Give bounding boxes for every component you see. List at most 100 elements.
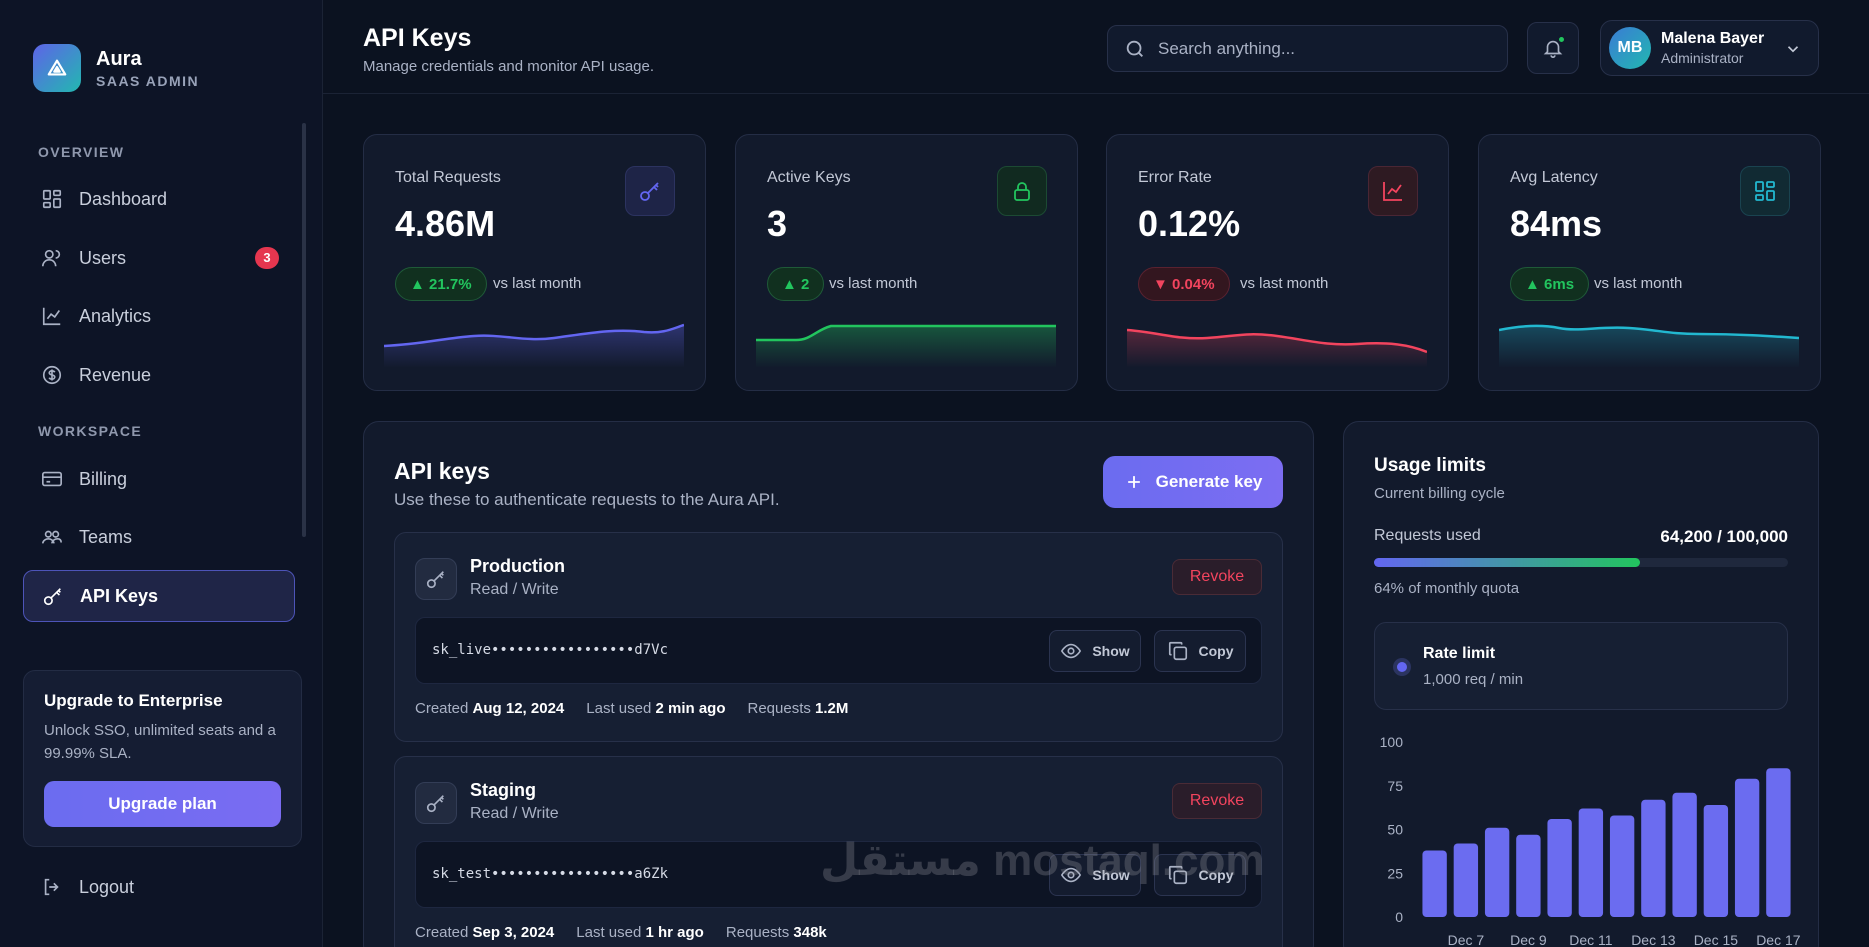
chart-bar[interactable] — [1578, 808, 1604, 918]
chart-bar[interactable] — [1703, 805, 1729, 917]
y-tick-label: 100 — [1380, 734, 1404, 750]
requests-used-value: 64,200 / 100,000 — [1660, 527, 1788, 546]
x-tick-label: Dec 11 — [1569, 932, 1613, 947]
chart-bar[interactable] — [1484, 827, 1510, 917]
kpi-delta-badge: ▼ 0.04% — [1138, 267, 1230, 301]
lock-icon — [997, 166, 1047, 216]
chevron-down-icon — [1787, 46, 1799, 53]
usage-title: Usage limits — [1374, 455, 1486, 476]
chart-bar[interactable] — [1453, 843, 1479, 918]
created-label: Created — [415, 700, 469, 717]
sidebar-item-dashboard[interactable]: Dashboard — [23, 173, 295, 225]
kpi-vs-text: vs last month — [1594, 275, 1683, 292]
x-tick-label: Dec 13 — [1631, 932, 1676, 947]
kpi-vs-text: vs last month — [1240, 275, 1329, 292]
last-used-label: Last used — [576, 924, 642, 941]
revoke-button[interactable]: Revoke — [1172, 783, 1262, 819]
top-header: API Keys Manage credentials and monitor … — [323, 0, 1869, 94]
chart-bar[interactable] — [1766, 768, 1791, 917]
sparkline-error-rate — [1127, 328, 1427, 368]
billing-icon — [42, 471, 62, 487]
notification-dot — [1557, 35, 1566, 44]
requests-label: Requests — [747, 700, 811, 717]
logout-label: Logout — [79, 876, 135, 897]
chart-bar[interactable] — [1547, 819, 1572, 917]
sidebar-item-billing[interactable]: Billing — [23, 453, 295, 505]
key-permission: Read / Write — [470, 805, 559, 822]
generate-key-button[interactable]: Generate key — [1103, 456, 1283, 508]
kpi-delta-badge: ▲ 6ms — [1510, 267, 1590, 301]
requests-value: 348k — [793, 924, 827, 941]
rate-limit-card[interactable]: Rate limit 1,000 req / min — [1374, 622, 1788, 710]
eye-icon — [1061, 643, 1082, 659]
chart-bar[interactable] — [1672, 792, 1697, 917]
sidebar-item-teams[interactable]: Teams — [23, 511, 295, 563]
kpi-value: 4.86M — [395, 203, 496, 244]
upgrade-card: Upgrade to Enterprise Unlock SSO, unlimi… — [23, 670, 302, 847]
chart-bar[interactable] — [1641, 799, 1666, 917]
avatar: MB — [1609, 27, 1651, 69]
quota-text: 64% of monthly quota — [1374, 580, 1520, 597]
show-key-button[interactable]: Show — [1049, 630, 1141, 672]
last-used-value: 2 min ago — [655, 700, 726, 717]
upgrade-plan-button[interactable]: Upgrade plan — [44, 781, 281, 827]
chart-bar[interactable] — [1422, 850, 1447, 918]
revoke-button[interactable]: Revoke — [1172, 559, 1262, 595]
sparkline-active-keys — [756, 324, 1056, 368]
chart-bar[interactable] — [1734, 778, 1760, 917]
copy-label: Copy — [1198, 643, 1234, 659]
key-value: sk_test•••••••••••••••••a6Zk — [432, 866, 669, 882]
y-tick-label: 0 — [1395, 909, 1403, 925]
chart-bar[interactable] — [1609, 815, 1635, 918]
user-menu[interactable]: MB Malena Bayer Administrator — [1600, 20, 1819, 76]
x-tick-label: Dec 7 — [1448, 932, 1485, 947]
sparkline-total-requests — [384, 323, 684, 368]
kpi-label: Error Rate — [1138, 169, 1212, 186]
kpi-value: 0.12% — [1138, 203, 1241, 244]
key-permission: Read / Write — [470, 581, 559, 598]
revenue-icon — [42, 365, 62, 385]
requests-label: Requests — [725, 924, 790, 941]
watermark: مستقل mostaql.com — [820, 836, 1265, 885]
search-bar[interactable] — [1107, 25, 1508, 72]
sidebar-item-label: Teams — [79, 526, 133, 547]
sidebar-scrollbar[interactable] — [302, 123, 306, 537]
page-title: API Keys — [363, 24, 472, 52]
kpi-delta-badge: ▲ 21.7% — [395, 267, 487, 301]
key-icon — [43, 588, 61, 606]
upgrade-title: Upgrade to Enterprise — [44, 691, 223, 710]
usage-limits-panel: Usage limits Current billing cycle Reque… — [1343, 421, 1819, 947]
section-label-overview: OVERVIEW — [38, 144, 125, 160]
key-value: sk_live•••••••••••••••••d7Vc — [432, 642, 669, 658]
usage-subtitle: Current billing cycle — [1374, 485, 1505, 502]
key-name: Production — [470, 556, 565, 576]
requests-used-label: Requests used — [1374, 527, 1481, 544]
chart-bar[interactable] — [1516, 834, 1541, 917]
sidebar-item-api-keys[interactable]: API Keys — [23, 570, 295, 622]
page-subtitle: Manage credentials and monitor API usage… — [363, 58, 655, 75]
search-input[interactable] — [1158, 38, 1488, 59]
quota-progress-fill — [1374, 558, 1640, 567]
plus-icon — [1127, 476, 1140, 488]
logout-button[interactable]: Logout — [41, 876, 134, 898]
notifications-button[interactable] — [1527, 22, 1579, 74]
sidebar-item-label: Revenue — [79, 364, 152, 385]
brand[interactable]: Aura SAAS ADMIN — [33, 44, 199, 92]
kpi-vs-text: vs last month — [829, 275, 918, 292]
sidebar-item-analytics[interactable]: Analytics — [23, 290, 295, 342]
sidebar-item-users[interactable]: Users 3 — [23, 232, 295, 284]
sidebar-item-label: Billing — [79, 468, 128, 489]
api-key-card-production: Production Read / Write Revoke sk_live••… — [394, 532, 1283, 742]
created-date: Sep 3, 2024 — [472, 924, 555, 941]
quota-progress-bar — [1374, 558, 1788, 567]
kpi-card-total-requests: Total Requests 4.86M ▲ 21.7% vs last mon… — [363, 134, 706, 391]
users-icon — [42, 249, 61, 267]
user-name: Malena Bayer — [1661, 30, 1765, 47]
section-label-workspace: WORKSPACE — [38, 423, 143, 439]
x-tick-label: Dec 9 — [1510, 932, 1547, 947]
api-keys-title: API keys — [394, 458, 490, 484]
sidebar-item-revenue[interactable]: Revenue — [23, 349, 295, 401]
key-icon — [415, 782, 457, 824]
sidebar: Aura SAAS ADMIN OVERVIEW Dashboard Users… — [0, 0, 323, 947]
copy-key-button[interactable]: Copy — [1154, 630, 1246, 672]
